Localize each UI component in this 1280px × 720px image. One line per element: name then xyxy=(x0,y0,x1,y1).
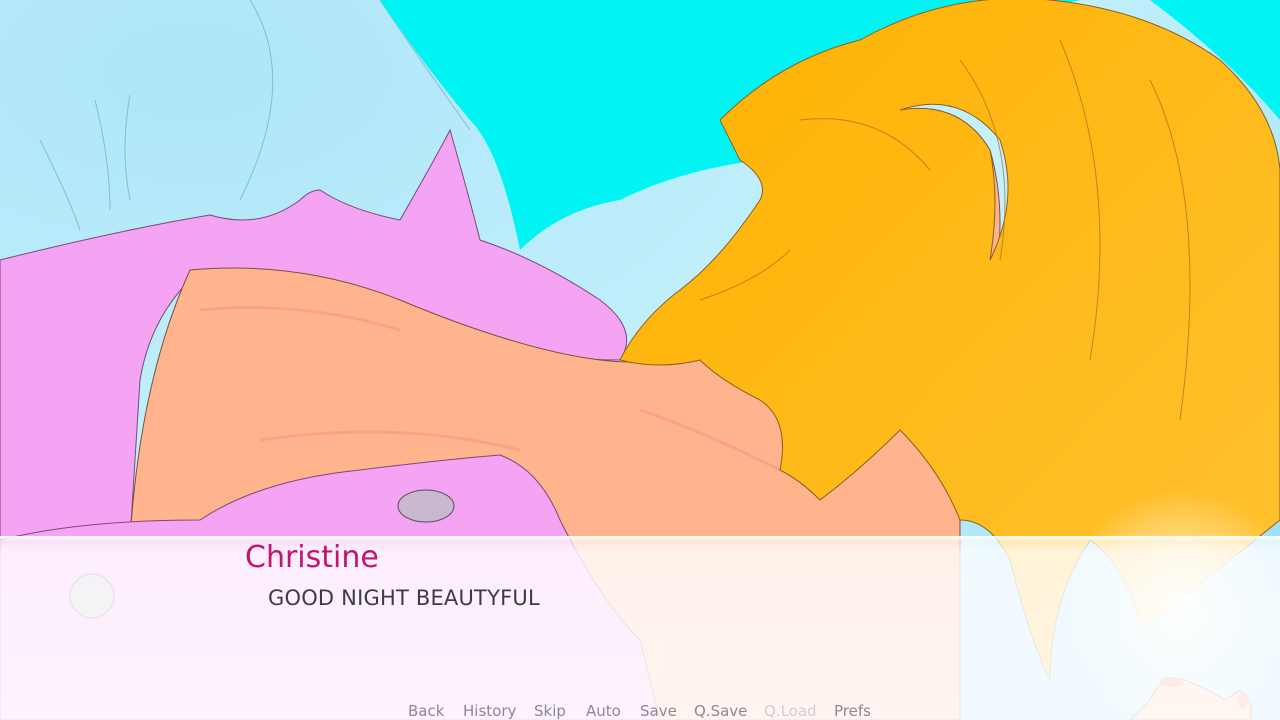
auto-button[interactable]: Auto xyxy=(586,702,621,720)
back-button[interactable]: Back xyxy=(408,702,444,720)
history-button[interactable]: History xyxy=(463,702,516,720)
speaker-name: Christine xyxy=(245,540,379,575)
quick-save-button[interactable]: Q.Save xyxy=(694,702,747,720)
dialogue-box-edge xyxy=(0,536,1280,542)
skip-button[interactable]: Skip xyxy=(534,702,566,720)
save-button[interactable]: Save xyxy=(640,702,677,720)
shirt-button xyxy=(397,489,455,523)
quick-menu: Back History Skip Auto Save Q.Save Q.Loa… xyxy=(0,700,1280,720)
dialogue-text: GOOD NIGHT BEAUTYFUL xyxy=(268,586,540,610)
preferences-button[interactable]: Prefs xyxy=(834,702,871,720)
quick-load-button: Q.Load xyxy=(764,702,817,720)
dialogue-box[interactable] xyxy=(0,536,1280,720)
